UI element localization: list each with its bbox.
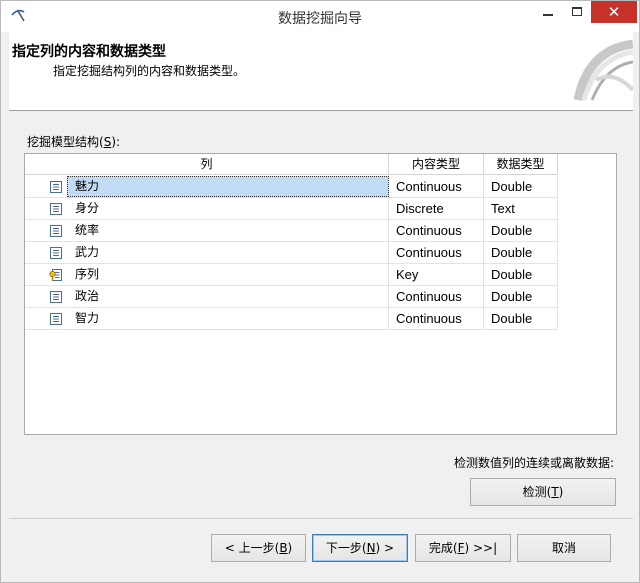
data-type-cell[interactable]: Double xyxy=(484,308,558,329)
table-row[interactable]: 智力 Continuous Double xyxy=(25,308,558,330)
wizard-banner-art-icon xyxy=(574,40,633,101)
mining-structure-grid[interactable]: 列 内容类型 数据类型 魅力 Continuous Double 身分 Discrete… xyxy=(24,153,617,435)
close-icon: ✕ xyxy=(607,3,621,21)
table-row[interactable]: 政治 Continuous Double xyxy=(25,286,558,308)
next-button[interactable]: 下一步(N) > xyxy=(312,534,408,562)
table-row[interactable]: 统率 Continuous Double xyxy=(25,220,558,242)
column-icon xyxy=(49,308,65,329)
table-row[interactable]: 序列 Key Double xyxy=(25,264,558,286)
column-name-cell[interactable]: 政治 xyxy=(67,286,389,307)
data-type-cell[interactable]: Double xyxy=(484,176,558,197)
content-type-cell[interactable]: Discrete xyxy=(389,198,484,219)
content-type-cell[interactable]: Key xyxy=(389,264,484,285)
column-header-content-type[interactable]: 内容类型 xyxy=(389,154,484,175)
column-icon xyxy=(49,220,65,241)
column-name-cell[interactable]: 魅力 xyxy=(67,176,389,197)
minimize-button[interactable] xyxy=(531,1,565,23)
page-subtitle: 指定挖掘结构列的内容和数据类型。 xyxy=(53,64,246,78)
data-type-cell[interactable]: Double xyxy=(484,220,558,241)
column-icon xyxy=(49,286,65,307)
column-header-data-type[interactable]: 数据类型 xyxy=(484,154,558,175)
column-name-cell[interactable]: 武力 xyxy=(67,242,389,263)
column-name-cell[interactable]: 序列 xyxy=(67,264,389,285)
content-type-cell[interactable]: Continuous xyxy=(389,176,484,197)
data-type-cell[interactable]: Double xyxy=(484,242,558,263)
column-header-name[interactable]: 列 xyxy=(25,154,389,175)
table-row[interactable]: 身分 Discrete Text xyxy=(25,198,558,220)
content-type-cell[interactable]: Continuous xyxy=(389,286,484,307)
footer-divider xyxy=(9,518,633,519)
finish-button[interactable]: 完成(F) >>| xyxy=(415,534,511,562)
maximize-icon xyxy=(572,7,582,16)
table-row[interactable]: 魅力 Continuous Double xyxy=(25,176,558,198)
column-icon xyxy=(49,176,65,197)
column-name-cell[interactable]: 智力 xyxy=(67,308,389,329)
column-icon xyxy=(49,198,65,219)
close-button[interactable]: ✕ xyxy=(591,1,637,23)
title-bar: 数据挖掘向导 ✕ xyxy=(1,1,639,32)
content-type-cell[interactable]: Continuous xyxy=(389,308,484,329)
grid-header: 列 内容类型 数据类型 xyxy=(25,154,558,175)
data-type-cell[interactable]: Double xyxy=(484,286,558,307)
data-type-cell[interactable]: Text xyxy=(484,198,558,219)
key-column-icon xyxy=(49,264,65,285)
column-name-cell[interactable]: 身分 xyxy=(67,198,389,219)
table-row[interactable]: 武力 Continuous Double xyxy=(25,242,558,264)
data-type-cell[interactable]: Double xyxy=(484,264,558,285)
grid-label: 挖掘模型结构(S): xyxy=(27,135,121,149)
wizard-window: 数据挖掘向导 ✕ 指定列的内容和数据类型 指定挖掘结构列的内容和数据类型。 挖掘… xyxy=(0,0,640,583)
detect-button[interactable]: 检测(T) xyxy=(470,478,616,506)
cancel-button[interactable]: 取消 xyxy=(517,534,611,562)
wizard-header: 指定列的内容和数据类型 指定挖掘结构列的内容和数据类型。 xyxy=(9,32,633,111)
page-title: 指定列的内容和数据类型 xyxy=(12,44,166,60)
content-type-cell[interactable]: Continuous xyxy=(389,242,484,263)
detect-label: 检测数值列的连续或离散数据: xyxy=(454,456,615,470)
maximize-button[interactable] xyxy=(565,1,589,23)
content-type-cell[interactable]: Continuous xyxy=(389,220,484,241)
column-icon xyxy=(49,242,65,263)
minimize-icon xyxy=(543,14,553,16)
column-name-cell[interactable]: 统率 xyxy=(67,220,389,241)
back-button[interactable]: < 上一步(B) xyxy=(211,534,306,562)
